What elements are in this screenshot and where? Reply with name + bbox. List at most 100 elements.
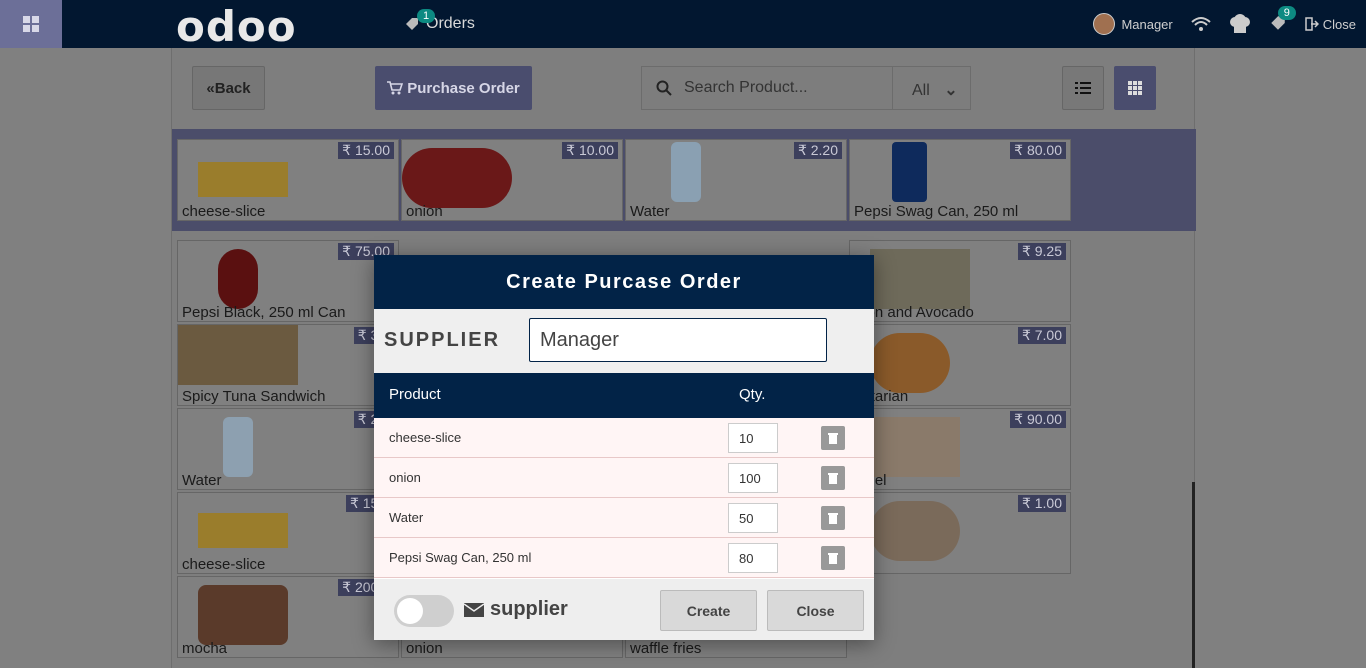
product-name: Spicy Tuna Sandwich xyxy=(182,388,326,405)
grid-icon xyxy=(1128,81,1142,95)
product-card[interactable]: ₹ 2.2Water xyxy=(177,408,399,490)
list-view-button[interactable] xyxy=(1062,66,1104,110)
create-purchase-order-dialog: Create Purcase Order SUPPLIER Product Qt… xyxy=(374,255,874,640)
delete-line-button[interactable] xyxy=(821,466,845,490)
cart-icon xyxy=(387,81,404,95)
product-price: ₹ 1.00 xyxy=(1017,495,1066,512)
back-button[interactable]: « Back xyxy=(192,66,265,110)
selected-products-strip: ₹ 15.00 cheese-slice ₹ 10.00 onion ₹ 2.20 W… xyxy=(172,129,1196,231)
order-line: Pepsi Swag Can, 250 ml xyxy=(374,538,874,578)
filter-value: All xyxy=(912,82,930,99)
delete-line-button[interactable] xyxy=(821,426,845,450)
avatar xyxy=(1093,13,1116,35)
product-image xyxy=(198,585,288,645)
product-price: ₹ 2.20 xyxy=(793,142,842,159)
close-button[interactable]: Close xyxy=(767,590,864,631)
product-image xyxy=(198,513,288,548)
trash-icon xyxy=(828,473,838,484)
chevron-down-icon: ⌄ xyxy=(944,82,958,99)
odoo-logo: odoo xyxy=(176,2,297,51)
delete-line-button[interactable] xyxy=(821,506,845,530)
user-name: Manager xyxy=(1121,16,1173,32)
product-image xyxy=(671,142,701,202)
product-card[interactable]: ₹ 90.00amel xyxy=(849,408,1071,490)
selected-product-card[interactable]: ₹ 15.00 cheese-slice xyxy=(177,139,399,221)
toggle-knob xyxy=(397,598,423,624)
product-price: ₹ 15.00 xyxy=(338,142,394,159)
envelope-icon xyxy=(464,602,484,617)
line-product: Water xyxy=(389,510,424,525)
order-line: onion xyxy=(374,458,874,498)
chef-hat-icon[interactable] xyxy=(1229,14,1251,34)
selected-product-card[interactable]: ₹ 80.00 Pepsi Swag Can, 250 ml xyxy=(849,139,1071,221)
product-card[interactable]: ₹ 3.0Spicy Tuna Sandwich xyxy=(177,324,399,406)
create-button[interactable]: Create xyxy=(660,590,757,631)
product-name: waffle fries xyxy=(630,640,702,657)
qty-input[interactable] xyxy=(728,543,778,573)
wifi-icon xyxy=(1191,17,1211,31)
apps-menu-button[interactable] xyxy=(0,0,62,48)
product-card[interactable]: ₹ 15.0 cheese-slice xyxy=(177,492,399,574)
sign-out-icon xyxy=(1305,17,1319,31)
order-line: Water xyxy=(374,498,874,538)
dialog-title: Create Purcase Order xyxy=(374,255,874,309)
trash-icon xyxy=(828,553,838,564)
line-product: onion xyxy=(389,470,421,485)
navbar-right: Manager 9 Close xyxy=(1093,0,1356,48)
orders-badge: 1 xyxy=(417,9,436,23)
product-price: ₹ 10.00 xyxy=(562,142,618,159)
user-menu[interactable]: Manager xyxy=(1093,13,1173,35)
qty-input[interactable] xyxy=(728,423,778,453)
close-session-button[interactable]: Close xyxy=(1305,17,1356,32)
line-product: Pepsi Swag Can, 250 ml xyxy=(389,550,532,565)
close-label: Close xyxy=(1322,16,1356,32)
order-lines-header: Product Qty. xyxy=(374,373,874,418)
dialog-footer: supplier Create Close xyxy=(374,579,874,640)
back-label: Back xyxy=(214,79,251,97)
product-name: cheese-slice xyxy=(182,203,266,220)
list-icon xyxy=(1075,82,1091,94)
product-card[interactable]: ₹ 9.25 mon and Avocado xyxy=(849,240,1071,322)
supplier-row: SUPPLIER xyxy=(374,309,874,373)
send-to-supplier-toggle[interactable] xyxy=(394,595,454,627)
category-filter[interactable]: All ⌄ xyxy=(912,80,958,100)
product-card[interactable]: ₹ 75.00 Pepsi Black, 250 ml Can xyxy=(177,240,399,322)
col-product: Product xyxy=(389,386,441,403)
scrollbar[interactable] xyxy=(1192,482,1195,668)
product-price: ₹ 7.00 xyxy=(1017,327,1066,344)
supplier-email-option: supplier xyxy=(464,598,568,621)
orders-menu[interactable]: 1 Orders xyxy=(404,9,475,33)
product-name: onion xyxy=(406,203,443,220)
product-image xyxy=(870,417,960,477)
qty-input[interactable] xyxy=(728,463,778,493)
product-card[interactable]: ₹ 1.00te xyxy=(849,492,1071,574)
supplier-input[interactable] xyxy=(529,318,827,362)
col-qty: Qty. xyxy=(739,386,766,403)
product-name: Pepsi Black, 250 ml Can xyxy=(182,304,346,321)
top-navbar: odoo 1 Orders Manager 9 Close xyxy=(0,0,1366,51)
product-image xyxy=(223,417,253,477)
search-icon xyxy=(656,80,672,96)
search-input[interactable]: Search Product... xyxy=(684,79,808,97)
grid-icon xyxy=(23,16,39,32)
order-line: cheese-slice xyxy=(374,418,874,458)
product-name: cheese-slice xyxy=(182,556,266,573)
product-image xyxy=(870,249,970,309)
selected-product-card[interactable]: ₹ 2.20 Water xyxy=(625,139,847,221)
grid-view-button[interactable] xyxy=(1114,66,1156,110)
delete-line-button[interactable] xyxy=(821,546,845,570)
product-card[interactable]: ₹ 200.0 mocha xyxy=(177,576,399,658)
search-bar: Search Product... All ⌄ xyxy=(641,66,971,110)
sync-status[interactable]: 9 xyxy=(1269,5,1296,35)
supplier-option-label: supplier xyxy=(490,598,568,620)
product-card[interactable]: ₹ 7.00 getarian xyxy=(849,324,1071,406)
product-name: Pepsi Swag Can, 250 ml xyxy=(854,203,1019,220)
product-name: mocha xyxy=(182,640,228,657)
selected-product-card[interactable]: ₹ 10.00 onion xyxy=(401,139,623,221)
product-image xyxy=(892,142,927,202)
qty-input[interactable] xyxy=(728,503,778,533)
product-price: ₹ 90.00 xyxy=(1010,411,1066,428)
purchase-order-button[interactable]: Purchase Order xyxy=(375,66,532,110)
product-name: Water xyxy=(182,472,222,489)
product-image xyxy=(870,501,960,561)
